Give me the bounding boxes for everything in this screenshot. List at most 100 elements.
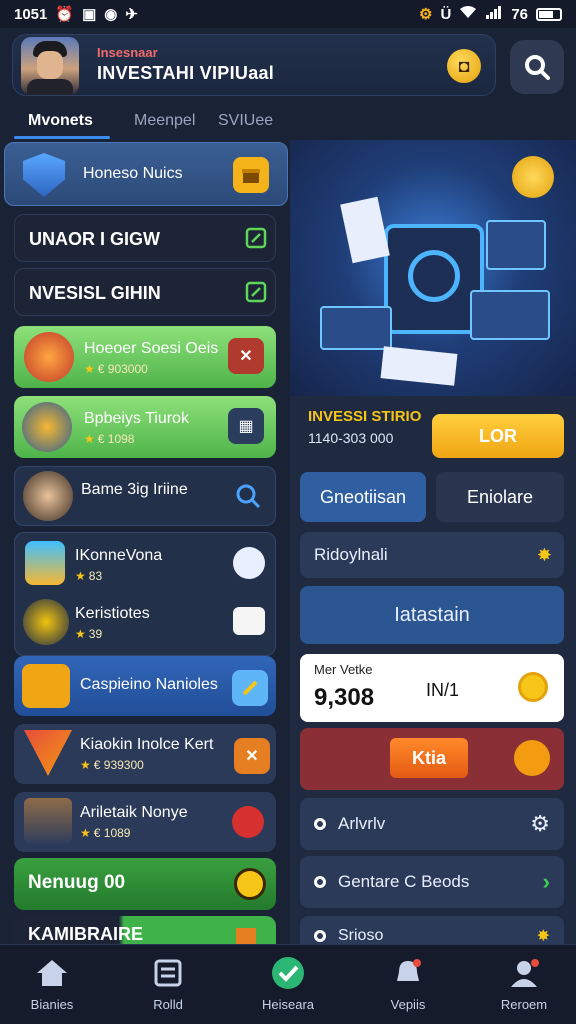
- gneotiisan-button[interactable]: Gneotiisan: [300, 472, 426, 522]
- search-button[interactable]: [510, 40, 564, 94]
- list-item-value: € 1089: [93, 826, 131, 840]
- left-column: Honeso Nuics UNAOR I GIGW NVESISL GIHIN …: [0, 140, 290, 944]
- gentare-label: Gentare C Beods: [338, 872, 470, 891]
- user-icon: [506, 955, 542, 991]
- notification-icon: ▣: [82, 6, 97, 23]
- timer-icon[interactable]: [518, 672, 548, 702]
- stat-value: 9,308: [314, 684, 375, 711]
- pencil-icon[interactable]: [232, 670, 268, 706]
- battery-icon: [536, 7, 562, 21]
- close-icon[interactable]: ✕: [228, 338, 264, 374]
- nav-label: Vepiis: [390, 997, 426, 1012]
- list-item[interactable]: KAMIBRAIRE: [14, 916, 276, 944]
- right-column: INVESSI STIRIO 1140-303 000 LOR Gneotiis…: [290, 140, 576, 944]
- tab-meenpel[interactable]: Meenpel: [134, 112, 195, 130]
- list-item-label: Ariletaik Nonye: [80, 804, 188, 821]
- ridoy-row[interactable]: Ridoylnali ✸: [300, 532, 564, 578]
- nav-item-profile[interactable]: Reroem: [484, 955, 564, 1012]
- eniolare-button[interactable]: Eniolare: [436, 472, 564, 522]
- calculator-icon[interactable]: ▦: [228, 408, 264, 444]
- x-icon[interactable]: ✕: [234, 738, 270, 774]
- nav-item-list[interactable]: Rolld: [128, 955, 208, 1012]
- list-item-label: Nenuug 00: [28, 872, 126, 893]
- edit-icon[interactable]: [245, 281, 267, 303]
- tab-sviuee[interactable]: SVIUee: [218, 112, 273, 130]
- list-item[interactable]: Ariletaik Nonye ★ € 1089: [14, 792, 276, 852]
- profile-subtitle: Insesnaar: [97, 45, 158, 60]
- gentare-row[interactable]: Gentare C Beods ›: [300, 856, 564, 908]
- box-icon[interactable]: [233, 607, 265, 635]
- profile-title: INVESTAHI VIPIUaal: [97, 63, 275, 83]
- laptop-icon: [320, 306, 392, 350]
- laptop-icon: [470, 290, 550, 340]
- list-item-label: Bpbeiys Tiurok: [84, 410, 189, 427]
- iatastain-button[interactable]: Iatastain: [300, 586, 564, 644]
- arivliv-row[interactable]: Arlvrlv ⚙: [300, 798, 564, 850]
- chevron-right-icon[interactable]: ›: [543, 869, 550, 895]
- nav-label: Rolld: [153, 997, 183, 1012]
- search-icon: [525, 55, 550, 80]
- stat-mid: IN/1: [426, 680, 460, 700]
- bullet-icon: [314, 818, 326, 830]
- nav-item-check[interactable]: Heiseara: [248, 955, 328, 1012]
- check-icon: [408, 250, 460, 302]
- hero-illustration: [290, 140, 576, 396]
- iatastain-label: Iatastain: [394, 603, 470, 626]
- list-item-label: Kiaokin Inolce Kert: [80, 736, 214, 753]
- list-item[interactable]: Caspieino Nanioles: [14, 656, 276, 716]
- nav-item-home[interactable]: Bianies: [12, 955, 92, 1012]
- list-item-label: Hoeoer Soesi Oeis: [84, 340, 219, 357]
- kita-button[interactable]: Ktia: [390, 738, 468, 778]
- list-item[interactable]: Hoeoer Soesi Oeis ★ € 903000 ✕: [14, 326, 276, 388]
- pin-icon[interactable]: [232, 806, 264, 838]
- folder-icon[interactable]: [236, 928, 256, 944]
- list-item-label: Keristiotes: [75, 605, 150, 622]
- star-icon: ✸: [536, 544, 552, 565]
- nav-item-alerts[interactable]: Vepiis: [368, 955, 448, 1012]
- tab-mvonets[interactable]: Mvonets: [28, 112, 93, 130]
- plant-icon: [22, 402, 72, 452]
- chart-icon[interactable]: [233, 547, 265, 579]
- status-time: 1051: [14, 5, 48, 23]
- profile-card[interactable]: Insesnaar INVESTAHI VIPIUaal ◘: [12, 34, 496, 96]
- nav-label: Reroem: [500, 997, 548, 1012]
- partial-row[interactable]: Srioso ✸: [300, 916, 564, 944]
- bullet-icon: [314, 930, 326, 942]
- lor-button[interactable]: LOR: [432, 414, 564, 458]
- list-item[interactable]: NVESISL GIHIN: [14, 268, 276, 316]
- list-item[interactable]: Kiaokin Inolce Kert ★ € 939300 ✕: [14, 724, 276, 784]
- home-icon: [34, 955, 70, 991]
- avatar[interactable]: [21, 37, 79, 95]
- user-icon[interactable]: [514, 740, 550, 776]
- gift-icon[interactable]: [233, 157, 269, 193]
- player-icon: [23, 471, 73, 521]
- list-item[interactable]: Nenuug 00: [14, 858, 276, 910]
- ridoy-label: Ridoylnali: [314, 545, 388, 564]
- document-icon: [340, 196, 390, 264]
- list-item[interactable]: UNAOR I GIGW: [14, 214, 276, 262]
- coin-icon[interactable]: ◘: [447, 49, 481, 83]
- nav-label: Bianies: [30, 997, 74, 1012]
- list-item-value: € 1098: [97, 432, 135, 446]
- gear-icon[interactable]: ⚙: [530, 811, 550, 837]
- bell-icon: [390, 955, 426, 991]
- featured-card[interactable]: Honeso Nuics: [4, 142, 288, 206]
- list-item-value: € 939300: [93, 758, 144, 772]
- list-item-label: UNAOR I GIGW: [29, 229, 160, 249]
- list-item-value: 83: [88, 569, 103, 583]
- coin-icon[interactable]: [512, 156, 554, 198]
- wifi-icon: [459, 5, 477, 23]
- gear-icon: ⚙: [419, 6, 433, 23]
- search-icon[interactable]: [233, 481, 263, 511]
- monitor-icon: [486, 220, 546, 270]
- shop-icon: [24, 798, 72, 844]
- signal-value: 76: [511, 5, 528, 23]
- tab-bar: Mvonets Meenpel SVIUee: [0, 104, 576, 140]
- edit-icon[interactable]: [245, 227, 267, 249]
- list-item[interactable]: Bpbeiys Tiurok ★ € 1098 ▦: [14, 396, 276, 458]
- sun-icon: ✸: [536, 928, 550, 944]
- coin-icon[interactable]: [234, 868, 266, 900]
- signal-icon: [485, 5, 503, 23]
- game-card[interactable]: Bame 3ig Iriine: [14, 466, 276, 526]
- arivliv-label: Arlvrlv: [338, 814, 386, 833]
